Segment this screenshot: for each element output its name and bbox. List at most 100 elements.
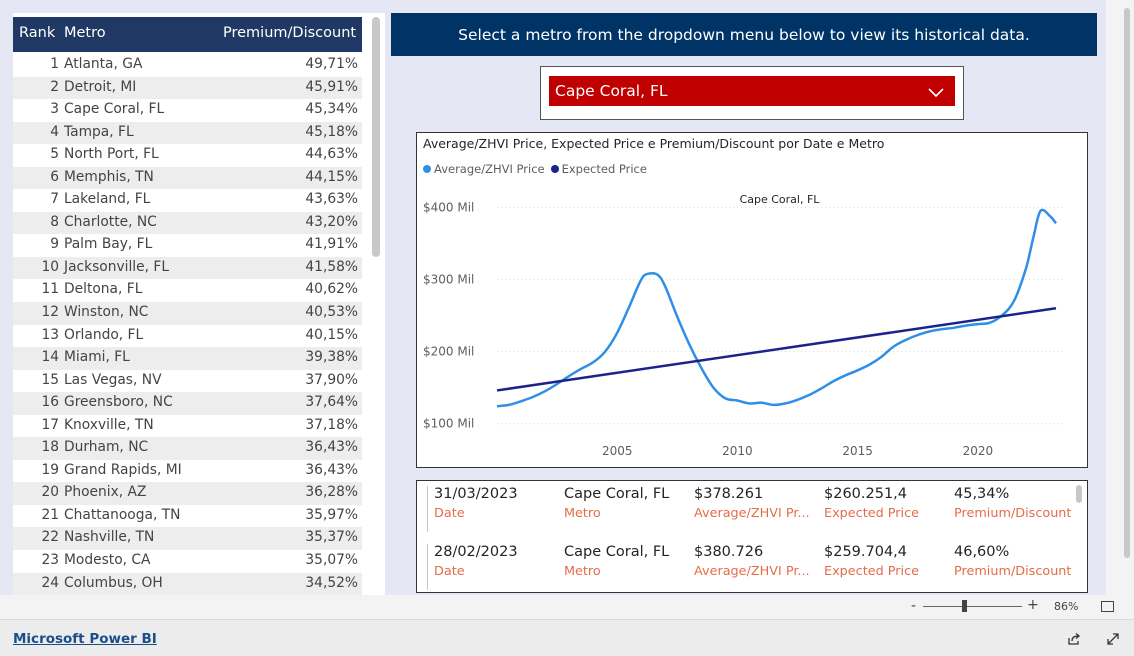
table-row[interactable]: 8 Charlotte, NC 43,20% [13, 211, 362, 235]
header-metro[interactable]: Metro [64, 25, 106, 41]
details-value: 28/02/2023 [434, 544, 518, 560]
table-row[interactable]: 14 Miami, FL 39,38% [13, 347, 362, 370]
details-label: Premium/Discount [954, 506, 1072, 521]
cell-rank: 16 [41, 394, 59, 411]
cell-metro: Las Vegas, NV [64, 371, 162, 388]
series-line-expected-price[interactable] [496, 307, 1057, 392]
table-row[interactable]: 16 Greensboro, NC 37,64% [13, 392, 362, 415]
details-value: Cape Coral, FL [564, 544, 670, 560]
table-row[interactable]: 3 Cape Coral, FL 45,34% [13, 99, 362, 122]
cell-pd: 45,18% [305, 123, 358, 140]
table-row[interactable]: 15 Las Vegas, NV 37,90% [13, 369, 362, 393]
cell-metro: Modesto, CA [64, 552, 151, 569]
details-row[interactable]: 28/02/2023 Date Cape Coral, FL Metro $380.72… [427, 544, 1072, 590]
cell-metro: Detroit, MI [64, 78, 137, 95]
cell-rank: 21 [41, 506, 59, 523]
table-row[interactable]: 4 Tampa, FL 45,18% [13, 121, 362, 145]
cell-rank: 20 [41, 484, 59, 501]
details-row[interactable]: 31/03/2023 Date Cape Coral, FL Metro $378.26… [427, 486, 1072, 532]
cell-metro: Jacksonville, FL [64, 258, 170, 275]
power-bi-link[interactable]: Microsoft Power BI [13, 631, 157, 647]
page-scrollbar-thumb[interactable] [1124, 8, 1130, 558]
cell-rank: 17 [41, 416, 59, 433]
details-label: Expected Price [824, 564, 919, 579]
details-cell-metro: Cape Coral, FL Metro [564, 486, 669, 521]
cell-metro: Orlando, FL [64, 326, 144, 343]
details-label: Date [434, 506, 465, 521]
cell-pd: 35,97% [305, 506, 358, 523]
table-row[interactable]: 22 Nashville, TN 35,37% [13, 527, 362, 551]
cell-metro: Columbus, OH [64, 574, 163, 591]
zoom-slider-track[interactable] [923, 606, 1022, 607]
table-row[interactable]: 1 Atlanta, GA 49,71% [13, 54, 362, 77]
expand-icon[interactable] [1106, 631, 1120, 650]
details-value: Cape Coral, FL [564, 486, 670, 502]
header-premium-discount[interactable]: Premium/Discount [223, 25, 356, 41]
cell-rank: 15 [41, 371, 59, 388]
cell-pd: 35,07% [305, 552, 358, 569]
cell-rank: 13 [41, 326, 59, 343]
page-scrollbar[interactable] [1106, 0, 1134, 595]
table-row[interactable]: 10 Jacksonville, FL 41,58% [13, 256, 362, 280]
table-scrollbar[interactable] [372, 17, 380, 257]
details-value: $260.251,4 [824, 486, 908, 502]
details-label: Premium/Discount [954, 564, 1072, 579]
cell-rank: 9 [50, 236, 59, 253]
table-row[interactable]: 5 North Port, FL 44,63% [13, 144, 362, 167]
details-label: Metro [564, 506, 601, 521]
cell-pd: 36,43% [305, 461, 358, 478]
table-row[interactable]: 7 Lakeland, FL 43,63% [13, 189, 362, 212]
zoom-out-button[interactable]: - [911, 598, 916, 614]
cell-rank: 4 [50, 123, 59, 140]
zoom-slider-thumb[interactable] [962, 600, 967, 612]
cell-metro: Durham, NC [64, 439, 149, 456]
header-rank[interactable]: Rank [19, 25, 55, 41]
table-body: 1 Atlanta, GA 49,71% 2 Detroit, MI 45,91% 3 Cap… [13, 54, 362, 595]
cell-pd: 43,20% [305, 213, 358, 230]
metro-dropdown[interactable]: Cape Coral, FL [549, 76, 955, 106]
series-line-average-zhvi[interactable] [496, 208, 1057, 408]
instruction-banner: Select a metro from the dropdown menu be… [391, 13, 1097, 56]
share-icon[interactable] [1067, 631, 1081, 650]
table-row[interactable]: 20 Phoenix, AZ 36,28% [13, 482, 362, 505]
cell-metro: Cape Coral, FL [64, 101, 165, 118]
table-row[interactable]: 24 Columbus, OH 34,52% [13, 572, 362, 595]
fit-to-page-icon[interactable] [1101, 601, 1114, 612]
table-row[interactable]: 18 Durham, NC 36,43% [13, 437, 362, 460]
table-row[interactable]: 23 Modesto, CA 35,07% [13, 550, 362, 573]
cell-pd: 36,43% [305, 439, 358, 456]
banner-text: Select a metro from the dropdown menu be… [458, 25, 1030, 44]
table-row[interactable]: 12 Winston, NC 40,53% [13, 302, 362, 325]
table-row[interactable]: 2 Detroit, MI 45,91% [13, 76, 362, 100]
details-cell-avg: $378.261 Average/ZHVI Pr... [694, 486, 810, 521]
chart-subtitle: Cape Coral, FL [740, 193, 821, 206]
details-table[interactable]: 31/03/2023 Date Cape Coral, FL Metro $378.26… [416, 480, 1088, 593]
cell-pd: 44,63% [305, 146, 358, 163]
table-row[interactable]: 6 Memphis, TN 44,15% [13, 166, 362, 190]
table-row[interactable]: 19 Grand Rapids, MI 36,43% [13, 459, 362, 483]
zoom-in-button[interactable]: + [1027, 597, 1039, 613]
chevron-down-icon[interactable] [927, 84, 945, 102]
details-scrollbar[interactable] [1076, 485, 1082, 503]
cell-pd: 44,15% [305, 168, 358, 185]
details-label: Average/ZHVI Pr... [694, 506, 810, 521]
cell-metro: Palm Bay, FL [64, 236, 153, 253]
cell-metro: Greensboro, NC [64, 394, 173, 411]
cell-pd: 34,52% [305, 574, 358, 591]
cell-pd: 40,15% [305, 326, 358, 343]
cell-pd: 35,37% [305, 529, 358, 546]
premium-discount-table[interactable]: Rank Metro Premium/Discount 1 Atlanta, GA… [13, 13, 385, 595]
cell-pd: 40,62% [305, 281, 358, 298]
price-line-chart[interactable]: Average/ZHVI Price, Expected Price e Pre… [416, 132, 1088, 468]
table-row[interactable]: 11 Deltona, FL 40,62% [13, 279, 362, 303]
details-value: $380.726 [694, 544, 764, 560]
cell-rank: 19 [41, 461, 59, 478]
cell-pd: 49,71% [305, 56, 358, 72]
table-row[interactable]: 13 Orlando, FL 40,15% [13, 324, 362, 348]
table-row[interactable]: 9 Palm Bay, FL 41,91% [13, 234, 362, 257]
cell-rank: 14 [41, 349, 59, 366]
details-cell-avg: $380.726 Average/ZHVI Pr... [694, 544, 810, 579]
cell-metro: Atlanta, GA [64, 56, 143, 72]
table-row[interactable]: 21 Chattanooga, TN 35,97% [13, 504, 362, 528]
table-row[interactable]: 17 Knoxville, TN 37,18% [13, 414, 362, 438]
